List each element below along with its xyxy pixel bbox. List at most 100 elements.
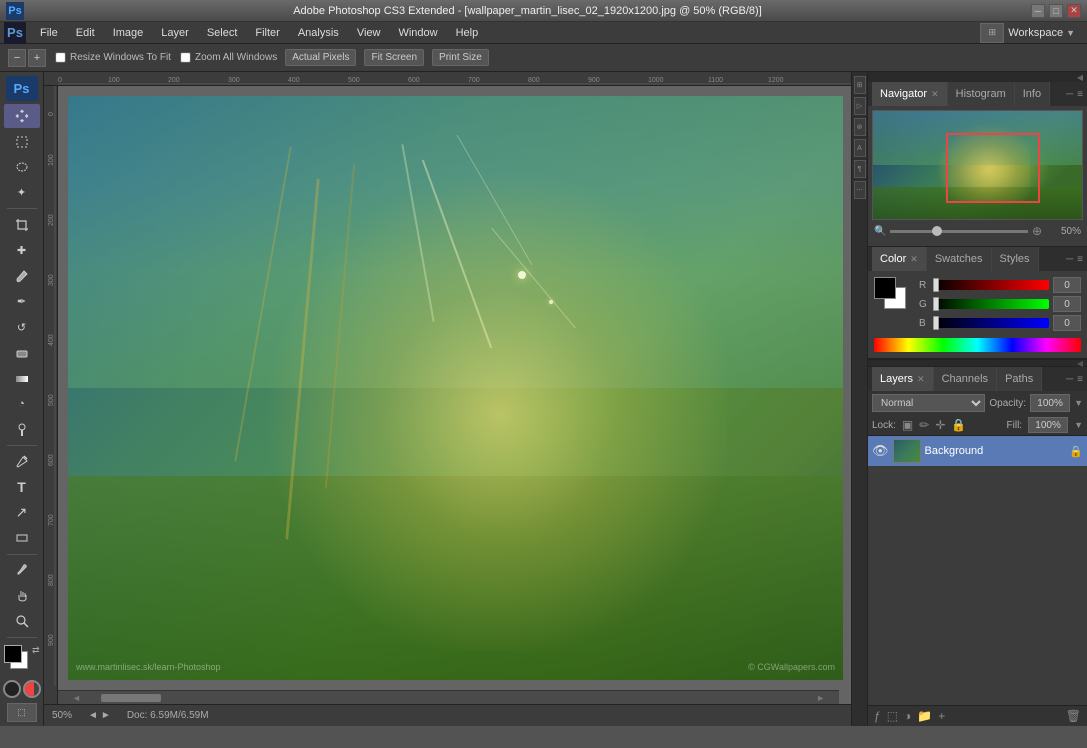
crop-tool[interactable] (4, 212, 40, 237)
panel-menu-btn[interactable]: ≡ (1077, 89, 1083, 100)
menu-file[interactable]: File (32, 25, 66, 41)
tab-swatches[interactable]: Swatches (927, 247, 992, 271)
green-slider[interactable] (933, 299, 1049, 309)
right-strip-btn6[interactable]: ⋯ (854, 181, 866, 199)
quick-mask-off[interactable] (3, 680, 21, 698)
add-adjustment-btn[interactable]: ◑ (904, 709, 911, 723)
canvas-area[interactable]: www.martinlisec.sk/learn-Photoshop © CGW… (58, 86, 853, 704)
hscroll-thumb[interactable] (101, 694, 161, 702)
shape-tool[interactable] (4, 526, 40, 551)
add-style-btn[interactable]: ƒ (874, 709, 881, 723)
print-size-button[interactable]: Print Size (432, 49, 489, 66)
tab-histogram[interactable]: Histogram (948, 82, 1015, 106)
layer-row-background[interactable]: 👁 Background 🔒 (868, 436, 1087, 466)
lock-pixels-btn[interactable]: ✏ (919, 418, 929, 432)
close-color-tab[interactable]: ✕ (910, 254, 918, 265)
color-boxes[interactable]: ⇄ (4, 645, 40, 673)
tab-layers[interactable]: Layers ✕ (872, 367, 934, 391)
canvas-hscroll[interactable]: ◄ ► (58, 690, 839, 704)
color-panel-menu-btn[interactable]: ≡ (1077, 254, 1083, 265)
type-tool[interactable]: T (4, 475, 40, 500)
actual-pixels-button[interactable]: Actual Pixels (285, 49, 356, 66)
tab-info[interactable]: Info (1015, 82, 1050, 106)
right-strip-btn3[interactable]: ⊛ (854, 118, 866, 136)
minimize-button[interactable]: ─ (1031, 4, 1045, 18)
tab-paths[interactable]: Paths (997, 367, 1042, 391)
panel-min-btn[interactable]: ─ (1066, 89, 1073, 100)
zoom-in-button[interactable]: + (28, 49, 46, 67)
eyedropper-tool[interactable] (4, 558, 40, 583)
healing-tool[interactable]: ✚ (4, 238, 40, 263)
menu-select[interactable]: Select (199, 25, 246, 41)
lock-transparency-btn[interactable]: ▣ (902, 418, 913, 432)
tab-color[interactable]: Color ✕ (872, 247, 927, 271)
opacity-input[interactable] (1030, 394, 1070, 412)
history-brush-tool[interactable]: ↺ (4, 315, 40, 340)
new-layer-btn[interactable]: + (938, 709, 945, 723)
nav-zoom-in-icon[interactable]: ⊕ (1032, 224, 1042, 238)
menu-window[interactable]: Window (390, 25, 445, 41)
layers-panel-min-btn[interactable]: ─ (1066, 374, 1073, 385)
delete-layer-btn[interactable]: 🗑 (1066, 709, 1081, 723)
color-panel-min-btn[interactable]: ─ (1066, 254, 1073, 265)
swap-colors[interactable]: ⇄ (32, 645, 40, 656)
zoom-all-windows-checkbox[interactable]: Zoom All Windows (179, 51, 277, 64)
magic-wand-tool[interactable]: ✦ (4, 181, 40, 206)
nav-next[interactable]: ► (101, 710, 111, 721)
close-layers-tab[interactable]: ✕ (917, 374, 925, 385)
foreground-color[interactable] (4, 645, 22, 663)
hscroll-right[interactable]: ► (816, 693, 825, 703)
color-spectrum[interactable] (874, 338, 1081, 352)
nav-prev[interactable]: ◄ (88, 710, 98, 721)
workspace-selector[interactable]: Workspace ▼ (1008, 27, 1075, 39)
menu-image[interactable]: Image (105, 25, 152, 41)
tab-navigator[interactable]: Navigator ✕ (872, 82, 948, 106)
layers-panel-menu-btn[interactable]: ≡ (1077, 374, 1083, 385)
fill-arrow[interactable]: ▼ (1074, 420, 1083, 430)
blue-value[interactable]: 0 (1053, 315, 1081, 331)
menu-filter[interactable]: Filter (247, 25, 287, 41)
zoom-out-button[interactable]: − (8, 49, 26, 67)
menu-layer[interactable]: Layer (153, 25, 197, 41)
lock-position-btn[interactable]: ✛ (935, 418, 945, 432)
right-strip-btn2[interactable]: ▷ (854, 97, 866, 115)
close-button[interactable]: ✕ (1067, 4, 1081, 18)
workspace-icon[interactable]: ⊞ (980, 23, 1004, 43)
add-mask-btn[interactable]: ⬚ (887, 709, 898, 723)
clone-stamp-tool[interactable]: ✒ (4, 289, 40, 314)
maximize-button[interactable]: □ (1049, 4, 1063, 18)
menu-analysis[interactable]: Analysis (290, 25, 347, 41)
right-strip-btn1[interactable]: ⊞ (854, 76, 866, 94)
move-tool[interactable] (4, 104, 40, 129)
fg-color-swatch[interactable] (874, 277, 896, 299)
pen-tool[interactable] (4, 449, 40, 474)
close-navigator-tab[interactable]: ✕ (931, 89, 939, 100)
resize-windows-checkbox[interactable]: Resize Windows To Fit (54, 51, 171, 64)
layer-visibility-icon[interactable]: 👁 (872, 443, 889, 459)
lock-all-btn[interactable]: 🔒 (951, 418, 966, 432)
red-value[interactable]: 0 (1053, 277, 1081, 293)
gradient-tool[interactable] (4, 366, 40, 391)
green-value[interactable]: 0 (1053, 296, 1081, 312)
right-strip-btn5[interactable]: ¶ (854, 160, 866, 178)
fit-screen-button[interactable]: Fit Screen (364, 49, 424, 66)
fill-input[interactable] (1028, 417, 1068, 433)
new-group-btn[interactable]: 📁 (917, 709, 932, 723)
path-select-tool[interactable]: ↗ (4, 500, 40, 525)
tab-channels[interactable]: Channels (934, 367, 997, 391)
marquee-tool[interactable] (4, 129, 40, 154)
brush-tool[interactable] (4, 264, 40, 289)
nav-zoom-out-icon[interactable]: 🔍 (874, 226, 886, 237)
blur-tool[interactable]: ◔ (4, 392, 40, 417)
right-strip-btn4[interactable]: A (854, 139, 866, 157)
zoom-tool[interactable] (4, 609, 40, 634)
eraser-tool[interactable] (4, 341, 40, 366)
blue-slider[interactable] (933, 318, 1049, 328)
quick-mask-on[interactable] (23, 680, 41, 698)
hand-tool[interactable] (4, 583, 40, 608)
screen-mode[interactable]: ⬚ (7, 703, 37, 722)
nav-zoom-slider[interactable] (890, 230, 1027, 233)
menu-view[interactable]: View (349, 25, 389, 41)
opacity-arrow[interactable]: ▼ (1074, 398, 1083, 408)
menu-edit[interactable]: Edit (68, 25, 103, 41)
